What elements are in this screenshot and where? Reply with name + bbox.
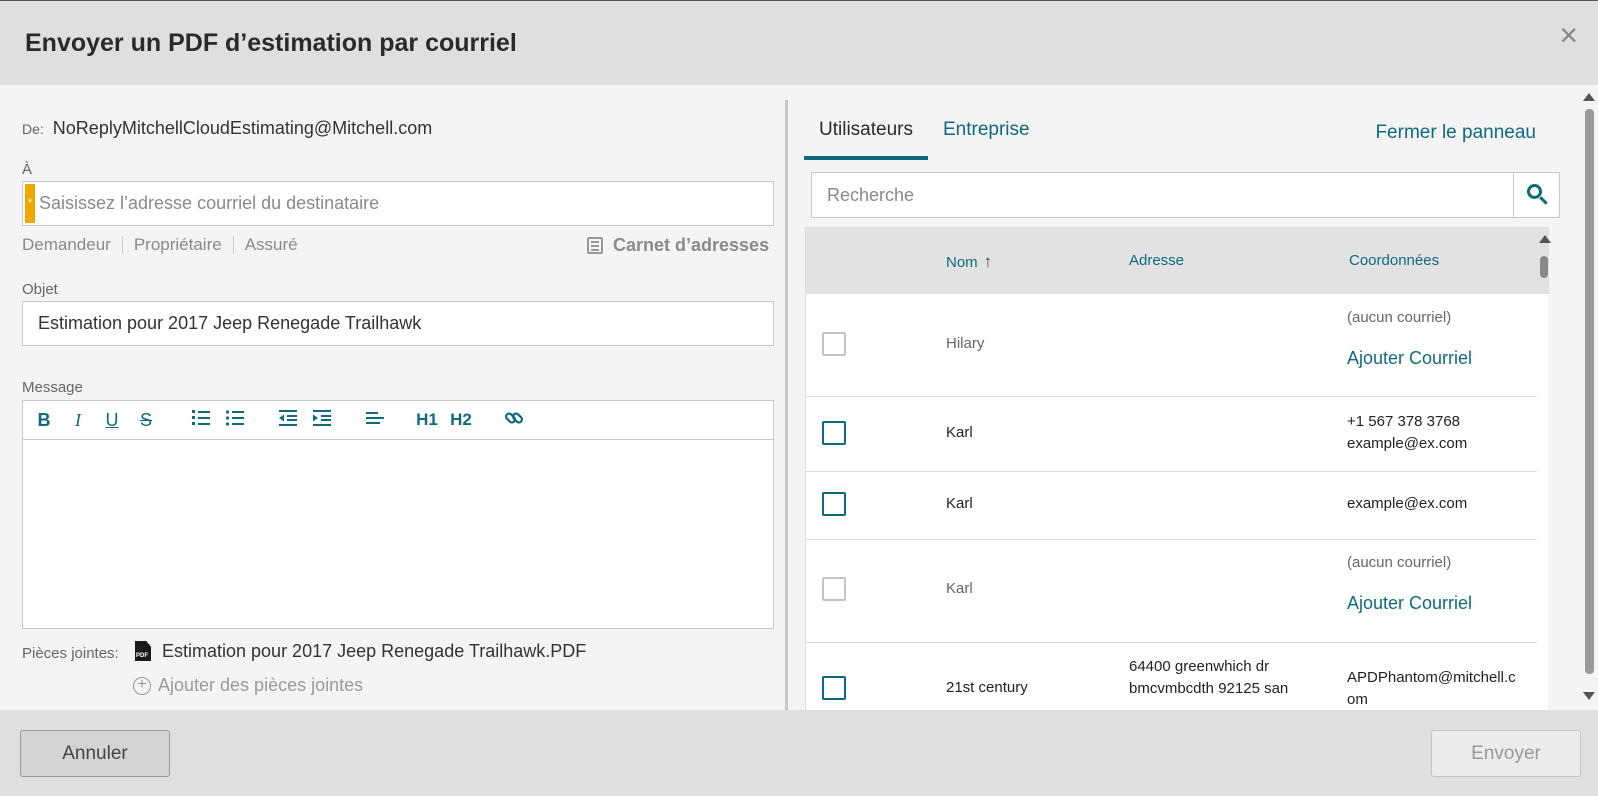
quick-recipients: Demandeur Propriétaire Assuré (22, 235, 298, 255)
align-icon[interactable] (364, 408, 386, 432)
attachment-file-name[interactable]: Estimation pour 2017 Jeep Renegade Trail… (162, 641, 586, 662)
pdf-file-icon: PDF (135, 641, 151, 661)
editor-toolbar: B I U S H1 H2 (22, 400, 774, 440)
row-contact-email: APDPhantom@mitchell.c (1347, 669, 1516, 686)
send-button[interactable]: Envoyer (1431, 730, 1581, 777)
recipient-link-owner[interactable]: Propriétaire (134, 235, 222, 255)
indent-icon[interactable] (311, 408, 333, 432)
address-book-label: Carnet d’adresses (613, 235, 770, 255)
address-book-icon (587, 237, 603, 254)
row-name: Karl (946, 495, 973, 512)
cancel-button[interactable]: Annuler (20, 730, 170, 777)
contacts-table: Nom ↑ Adresse Coordonnées Hilary (aucun c… (805, 227, 1551, 710)
strikethrough-button[interactable]: S (137, 408, 155, 432)
column-header-contact[interactable]: Coordonnées (1349, 252, 1439, 269)
table-row[interactable]: 21st century 64400 greenwhich dr bmcvmbc… (806, 643, 1537, 710)
tab-users[interactable]: Utilisateurs (804, 115, 928, 160)
row-checkbox[interactable] (822, 492, 846, 516)
search-input[interactable] (827, 173, 1507, 217)
bullet-list-icon[interactable] (224, 408, 246, 432)
from-label: De: (22, 121, 44, 137)
pdf-icon-text: PDF (136, 653, 148, 659)
message-label: Message (22, 379, 83, 396)
row-name: 21st century (946, 679, 1028, 696)
link-icon[interactable] (503, 408, 525, 432)
contacts-panel: Utilisateurs Entreprise Fermer le pannea… (788, 85, 1580, 710)
scroll-up-icon[interactable] (1539, 235, 1551, 243)
to-input[interactable] (39, 182, 759, 225)
required-marker: * (25, 184, 35, 223)
from-value: NoReplyMitchellCloudEstimating@Mitchell.… (52, 118, 433, 138)
row-address-line2: bmcvmbcdth 92125 san (1129, 680, 1289, 697)
recipient-link-requester[interactable]: Demandeur (22, 235, 111, 255)
dialog-footer: Annuler Envoyer (0, 710, 1598, 796)
italic-button[interactable]: I (69, 408, 87, 432)
scroll-thumb[interactable] (1540, 256, 1548, 278)
table-row[interactable]: Hilary (aucun courriel) Ajouter Courriel (806, 294, 1537, 397)
heading1-button[interactable]: H1 (414, 408, 440, 432)
row-name: Karl (946, 580, 973, 597)
column-header-address[interactable]: Adresse (1129, 252, 1184, 269)
search-icon-handle (1539, 196, 1548, 205)
row-checkbox[interactable] (822, 676, 846, 700)
message-editor[interactable] (22, 439, 774, 629)
row-checkbox (822, 577, 846, 601)
divider (121, 236, 123, 254)
search-box (811, 172, 1560, 218)
table-row[interactable]: Karl (aucun courriel) Ajouter Courriel (806, 540, 1537, 643)
close-icon[interactable]: × (1559, 19, 1578, 51)
column-name-label: Nom (946, 254, 978, 271)
row-contact-email: example@ex.com (1347, 435, 1468, 452)
table-header: Nom ↑ Adresse Coordonnées (806, 227, 1549, 294)
add-circle-icon: + (133, 676, 151, 695)
compose-pane: De: NoReplyMitchellCloudEstimating@Mitch… (0, 85, 785, 710)
panel-tabs: Utilisateurs Entreprise (804, 115, 1045, 160)
table-row[interactable]: Karl example@ex.com (806, 472, 1537, 540)
column-header-name[interactable]: Nom ↑ (946, 252, 992, 272)
add-email-link[interactable]: Ajouter Courriel (1347, 347, 1472, 369)
row-address-line1: 64400 greenwhich dr (1129, 658, 1270, 675)
divider (232, 236, 234, 254)
search-button[interactable] (1513, 173, 1559, 217)
dialog-header: Envoyer un PDF d’estimation par courriel… (0, 1, 1598, 85)
row-name: Hilary (946, 335, 985, 352)
sort-ascending-icon: ↑ (983, 252, 993, 271)
subject-input[interactable]: Estimation pour 2017 Jeep Renegade Trail… (22, 301, 774, 346)
row-name: Karl (946, 424, 973, 441)
attachments-label: Pièces jointes: (22, 645, 119, 662)
scroll-thumb[interactable] (1585, 109, 1594, 674)
add-email-link[interactable]: Ajouter Courriel (1347, 592, 1472, 614)
tab-company[interactable]: Entreprise (928, 115, 1045, 160)
scroll-up-icon[interactable] (1583, 93, 1595, 101)
add-attachments-button[interactable]: + Ajouter des pièces jointes (133, 675, 363, 696)
close-panel-link[interactable]: Fermer le panneau (1375, 122, 1536, 144)
row-checkbox (822, 332, 846, 356)
row-contact-phone: +1 567 378 3768 (1347, 413, 1461, 430)
heading2-button[interactable]: H2 (448, 408, 474, 432)
to-label: À (22, 161, 33, 178)
row-checkbox[interactable] (822, 421, 846, 445)
row-contact: (aucun courriel) (1347, 309, 1452, 326)
subject-label: Objet (22, 281, 58, 298)
row-contact-email: example@ex.com (1347, 495, 1468, 512)
panel-scrollbar[interactable] (1580, 85, 1598, 710)
recipient-link-insured[interactable]: Assuré (245, 235, 298, 255)
row-contact-email-cont: om (1347, 691, 1368, 708)
add-attachments-label: Ajouter des pièces jointes (158, 675, 364, 695)
bold-button[interactable]: B (35, 408, 53, 432)
from-row: De: NoReplyMitchellCloudEstimating@Mitch… (22, 118, 432, 139)
ordered-list-icon[interactable] (190, 408, 212, 432)
dialog-title: Envoyer un PDF d’estimation par courriel (25, 29, 517, 57)
outdent-icon[interactable] (277, 408, 299, 432)
row-contact: (aucun courriel) (1347, 554, 1452, 571)
to-field[interactable]: * (22, 181, 774, 226)
table-scrollbar[interactable] (1539, 229, 1551, 710)
table-row[interactable]: Karl +1 567 378 3768 example@ex.com (806, 397, 1537, 472)
underline-button[interactable]: U (103, 408, 121, 432)
scroll-down-icon[interactable] (1583, 692, 1595, 700)
address-book-button[interactable]: Carnet d’adresses (587, 235, 769, 256)
